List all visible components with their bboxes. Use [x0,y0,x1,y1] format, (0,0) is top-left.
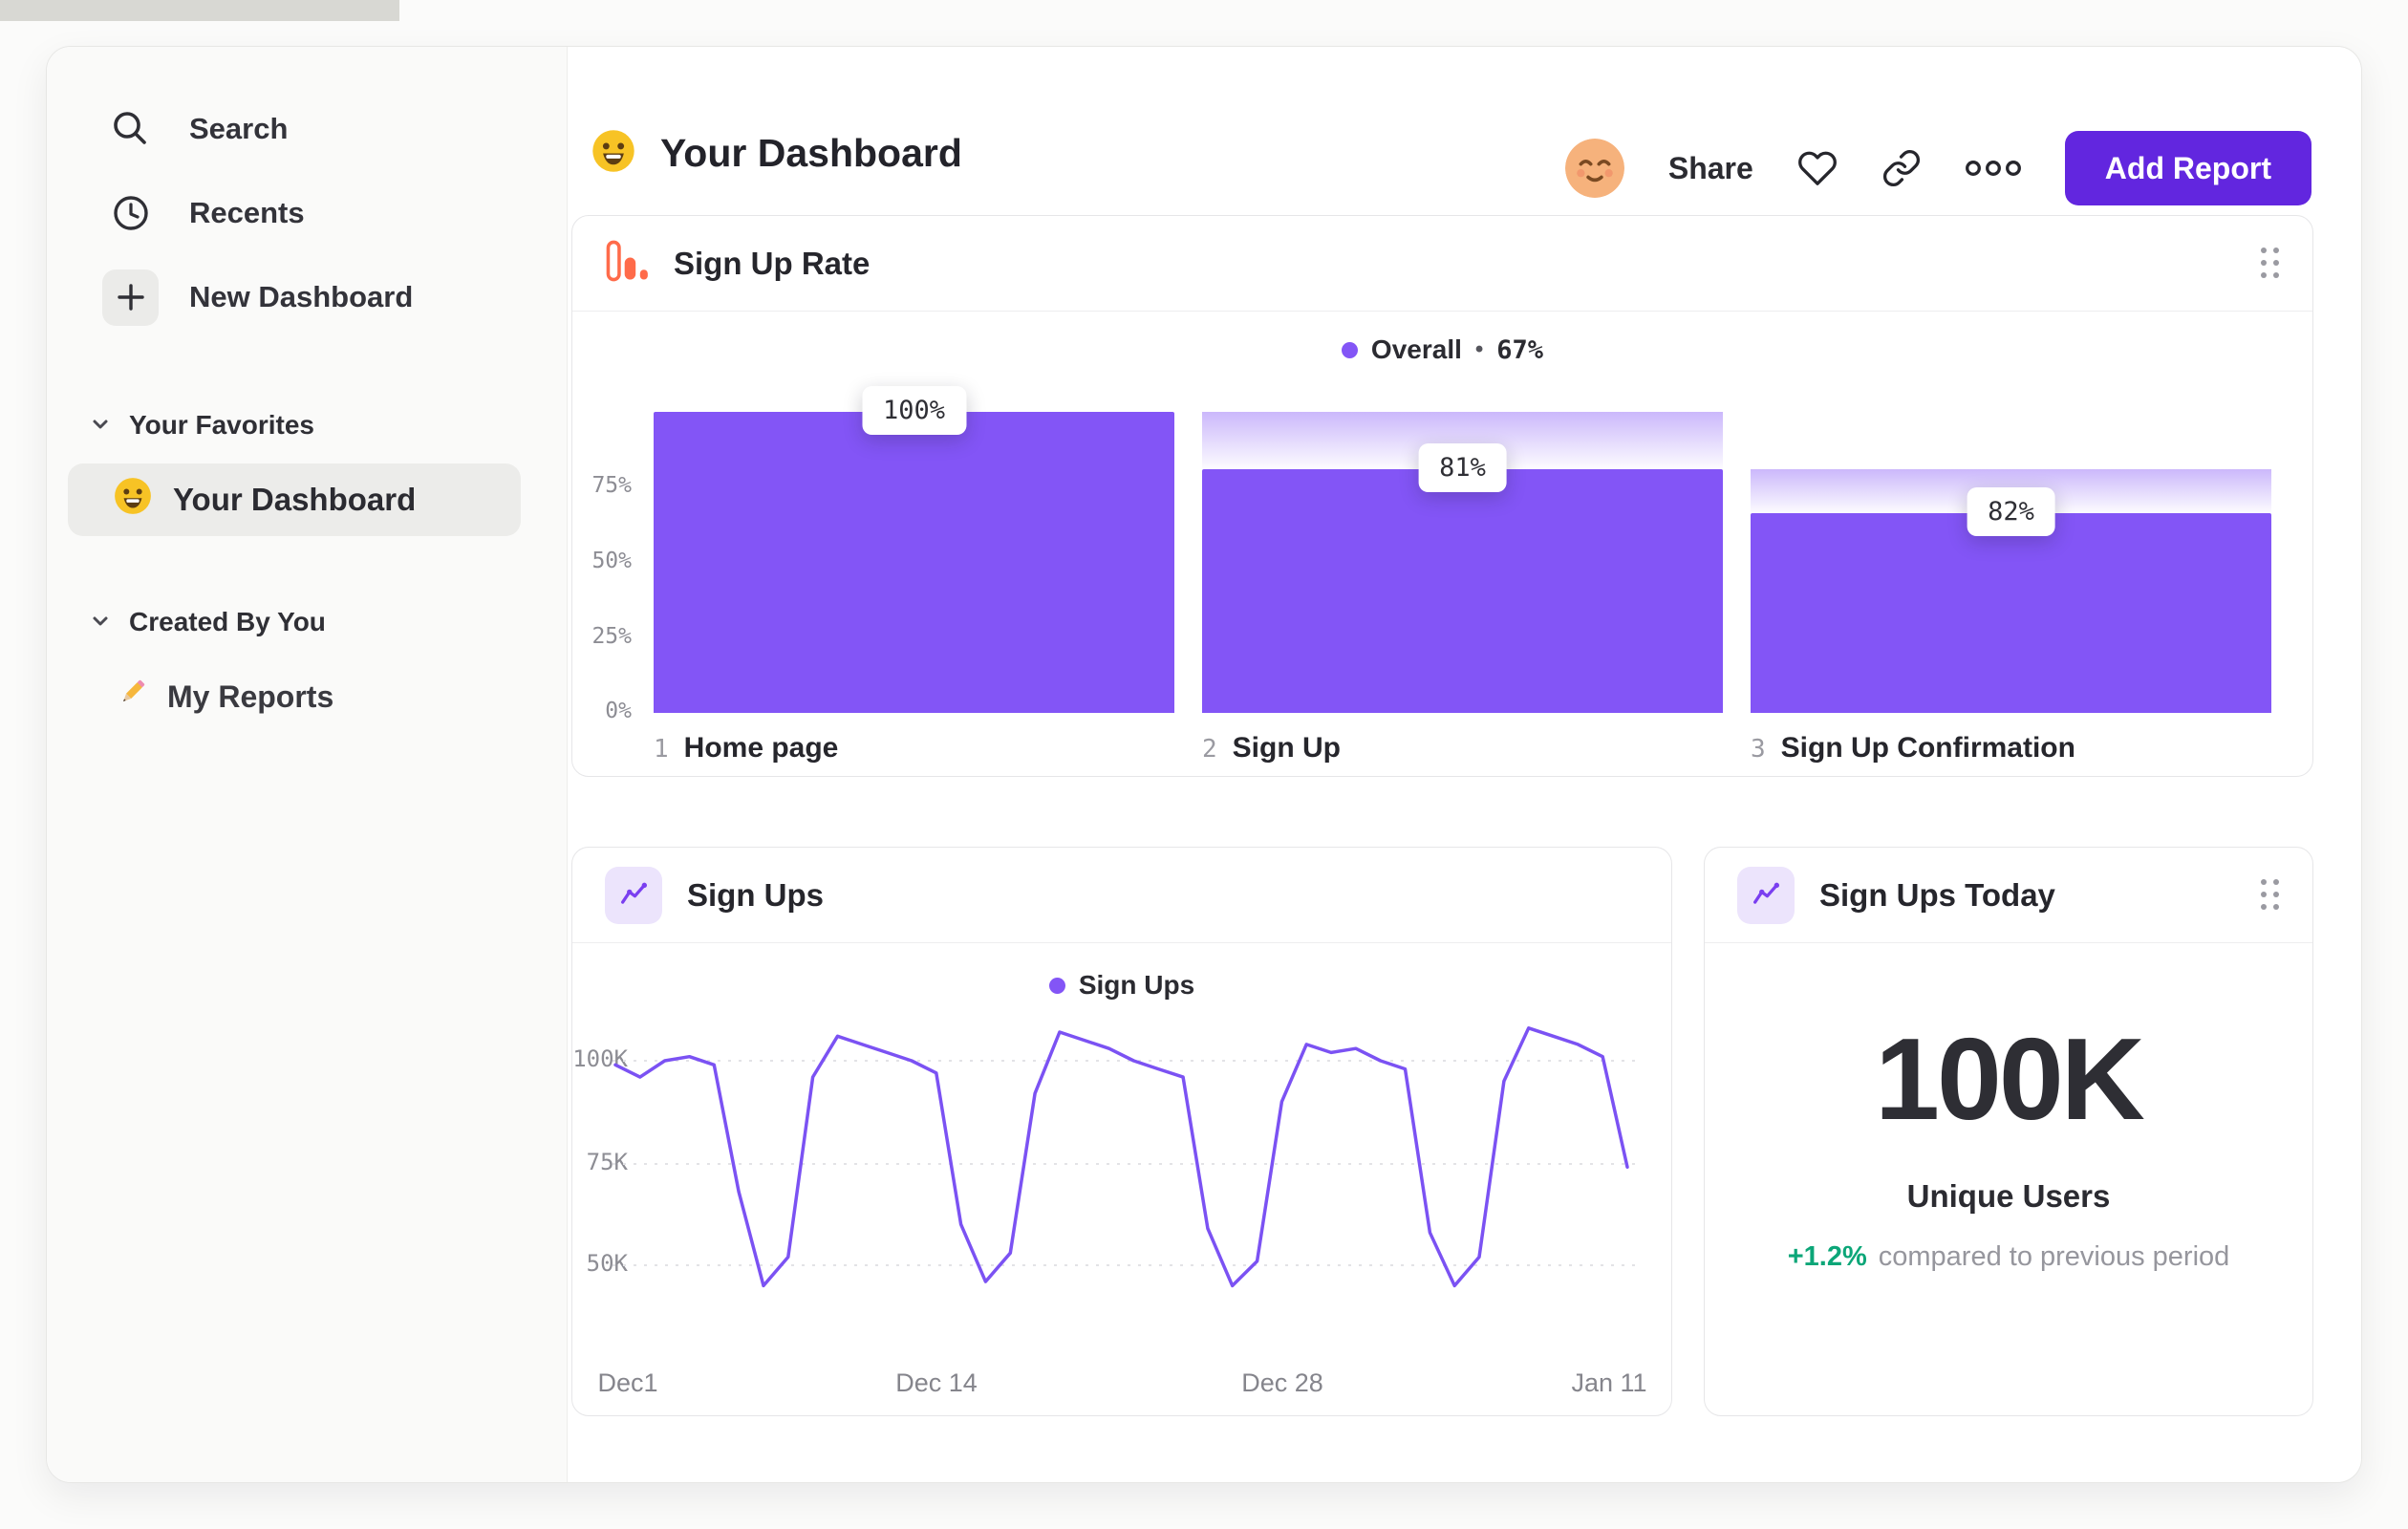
sign-up-rate-card: Sign Up Rate Overall • 67% 75% 50% 25% 0… [571,215,2313,777]
drag-handle-icon[interactable] [2261,248,2280,279]
sidebar: Search Recents New Dashboard Your Favori… [47,47,568,1482]
delta-note: compared to previous period [1878,1241,2230,1272]
y-axis-tick: 75% [591,473,632,498]
funnel-step-label: 3 Sign Up Confirmation [1751,732,2075,764]
metric-big-number: 100K [1875,1014,2145,1144]
sidebar-item-label: New Dashboard [189,280,414,313]
section-title: Your Favorites [129,410,314,440]
chevron-down-icon [91,410,110,441]
x-axis-tick: Jan 11 [1571,1368,1647,1397]
card-header: Sign Ups Today [1705,848,2312,943]
funnel-step-label: 2 Sign Up [1202,732,1341,764]
pencil-icon [114,675,150,719]
step-number: 2 [1202,735,1217,764]
step-number: 1 [654,735,669,764]
sidebar-item-your-dashboard[interactable]: Your Dashboard [68,463,521,536]
step-name: Home page [683,732,839,764]
smiley-icon [591,129,635,178]
card-title: Sign Ups Today [1819,876,2055,913]
line-series [613,1026,1629,1288]
card-title: Sign Ups [687,876,825,913]
sidebar-item-my-reports[interactable]: My Reports [47,658,567,735]
favorites-section-header[interactable]: Your Favorites [47,395,567,456]
legend-dot [1341,341,1358,358]
metric-name: Unique Users [1906,1178,2111,1214]
card-title: Sign Up Rate [674,245,871,281]
sidebar-item-recents[interactable]: Recents [47,171,567,255]
funnel-bar-sign-up-confirmation[interactable]: 82% [1751,412,2271,713]
screen-edge-artifact [0,0,399,21]
funnel-bar-segment [1751,512,2271,713]
line-chart-icon [605,866,662,924]
x-axis-tick: Dec1 [597,1368,658,1397]
dashboard-header: Your Dashboard [591,129,962,178]
chevron-down-icon [91,607,110,637]
funnel-bar-segment [1202,468,1723,713]
header-actions: Share Add Report [1564,131,2311,205]
favorites-section: Your Favorites Your Dashboard [47,395,567,536]
smiley-icon [114,477,152,523]
sidebar-item-label: My Reports [167,678,334,714]
add-report-button[interactable]: Add Report [2064,131,2311,205]
legend-dot [1048,977,1065,994]
step-name: Sign Up [1232,732,1341,764]
plus-icon [102,269,159,326]
funnel-chart-icon [605,239,649,288]
legend-label: Overall [1370,334,1462,364]
funnel-bar-segment [654,412,1174,713]
card-header: Sign Up Rate [572,216,2312,312]
more-options-icon[interactable] [1965,160,2021,177]
share-button[interactable]: Share [1668,151,1753,186]
line-legend: Sign Ups [572,970,1671,1001]
sidebar-item-search[interactable]: Search [47,87,567,171]
created-by-you-section: Created By You My Reports [47,592,567,735]
funnel-step-label: 1 Home page [654,732,838,764]
drag-handle-icon[interactable] [2261,879,2280,911]
sign-ups-line-chart[interactable] [572,1010,1671,1364]
section-title: Created By You [129,607,326,636]
clock-icon [102,185,159,242]
step-number: 3 [1751,735,1766,764]
metric-delta-row: +1.2% compared to previous period [1705,1241,2312,1273]
sign-ups-card: Sign Ups Sign Ups 100K 75K 50K Dec1 Dec … [571,847,1672,1416]
copy-link-icon[interactable] [1881,148,1922,188]
step-name: Sign Up Confirmation [1780,732,2075,764]
y-axis-tick: 0% [605,699,632,723]
card-header: Sign Ups [572,848,1671,943]
y-axis-tick: 25% [591,624,632,649]
sidebar-item-label: Search [189,112,289,145]
legend-label: Sign Ups [1078,970,1195,1000]
app-window: Search Recents New Dashboard Your Favori… [46,46,2362,1483]
favorite-heart-icon[interactable] [1797,148,1838,188]
search-icon [102,101,159,158]
legend-separator: • [1474,336,1484,362]
sidebar-item-label: Your Dashboard [173,482,417,517]
line-chart-icon [1737,866,1795,924]
x-axis-tick: Dec 28 [1241,1368,1323,1397]
x-axis-tick: Dec 14 [895,1368,978,1397]
legend-value: 67% [1496,334,1544,365]
sign-ups-today-card: Sign Ups Today 100K Unique Users +1.2% c… [1704,847,2313,1416]
created-by-you-section-header[interactable]: Created By You [47,592,567,653]
funnel-legend: Overall • 67% [572,334,2312,365]
funnel-value-chip: 82% [1967,486,2055,536]
funnel-bar-sign-up[interactable]: 81% [1202,412,1723,713]
funnel-value-chip: 81% [1418,442,1507,492]
funnel-value-chip: 100% [861,386,967,435]
page-title: Your Dashboard [660,131,962,175]
user-avatar[interactable] [1564,139,1624,198]
sidebar-item-new-dashboard[interactable]: New Dashboard [47,255,567,339]
funnel-bar-home-page[interactable]: 100% [654,386,1174,713]
sidebar-item-label: Recents [189,196,305,229]
delta-percentage: +1.2% [1787,1241,1867,1272]
y-axis-tick: 50% [591,549,632,573]
